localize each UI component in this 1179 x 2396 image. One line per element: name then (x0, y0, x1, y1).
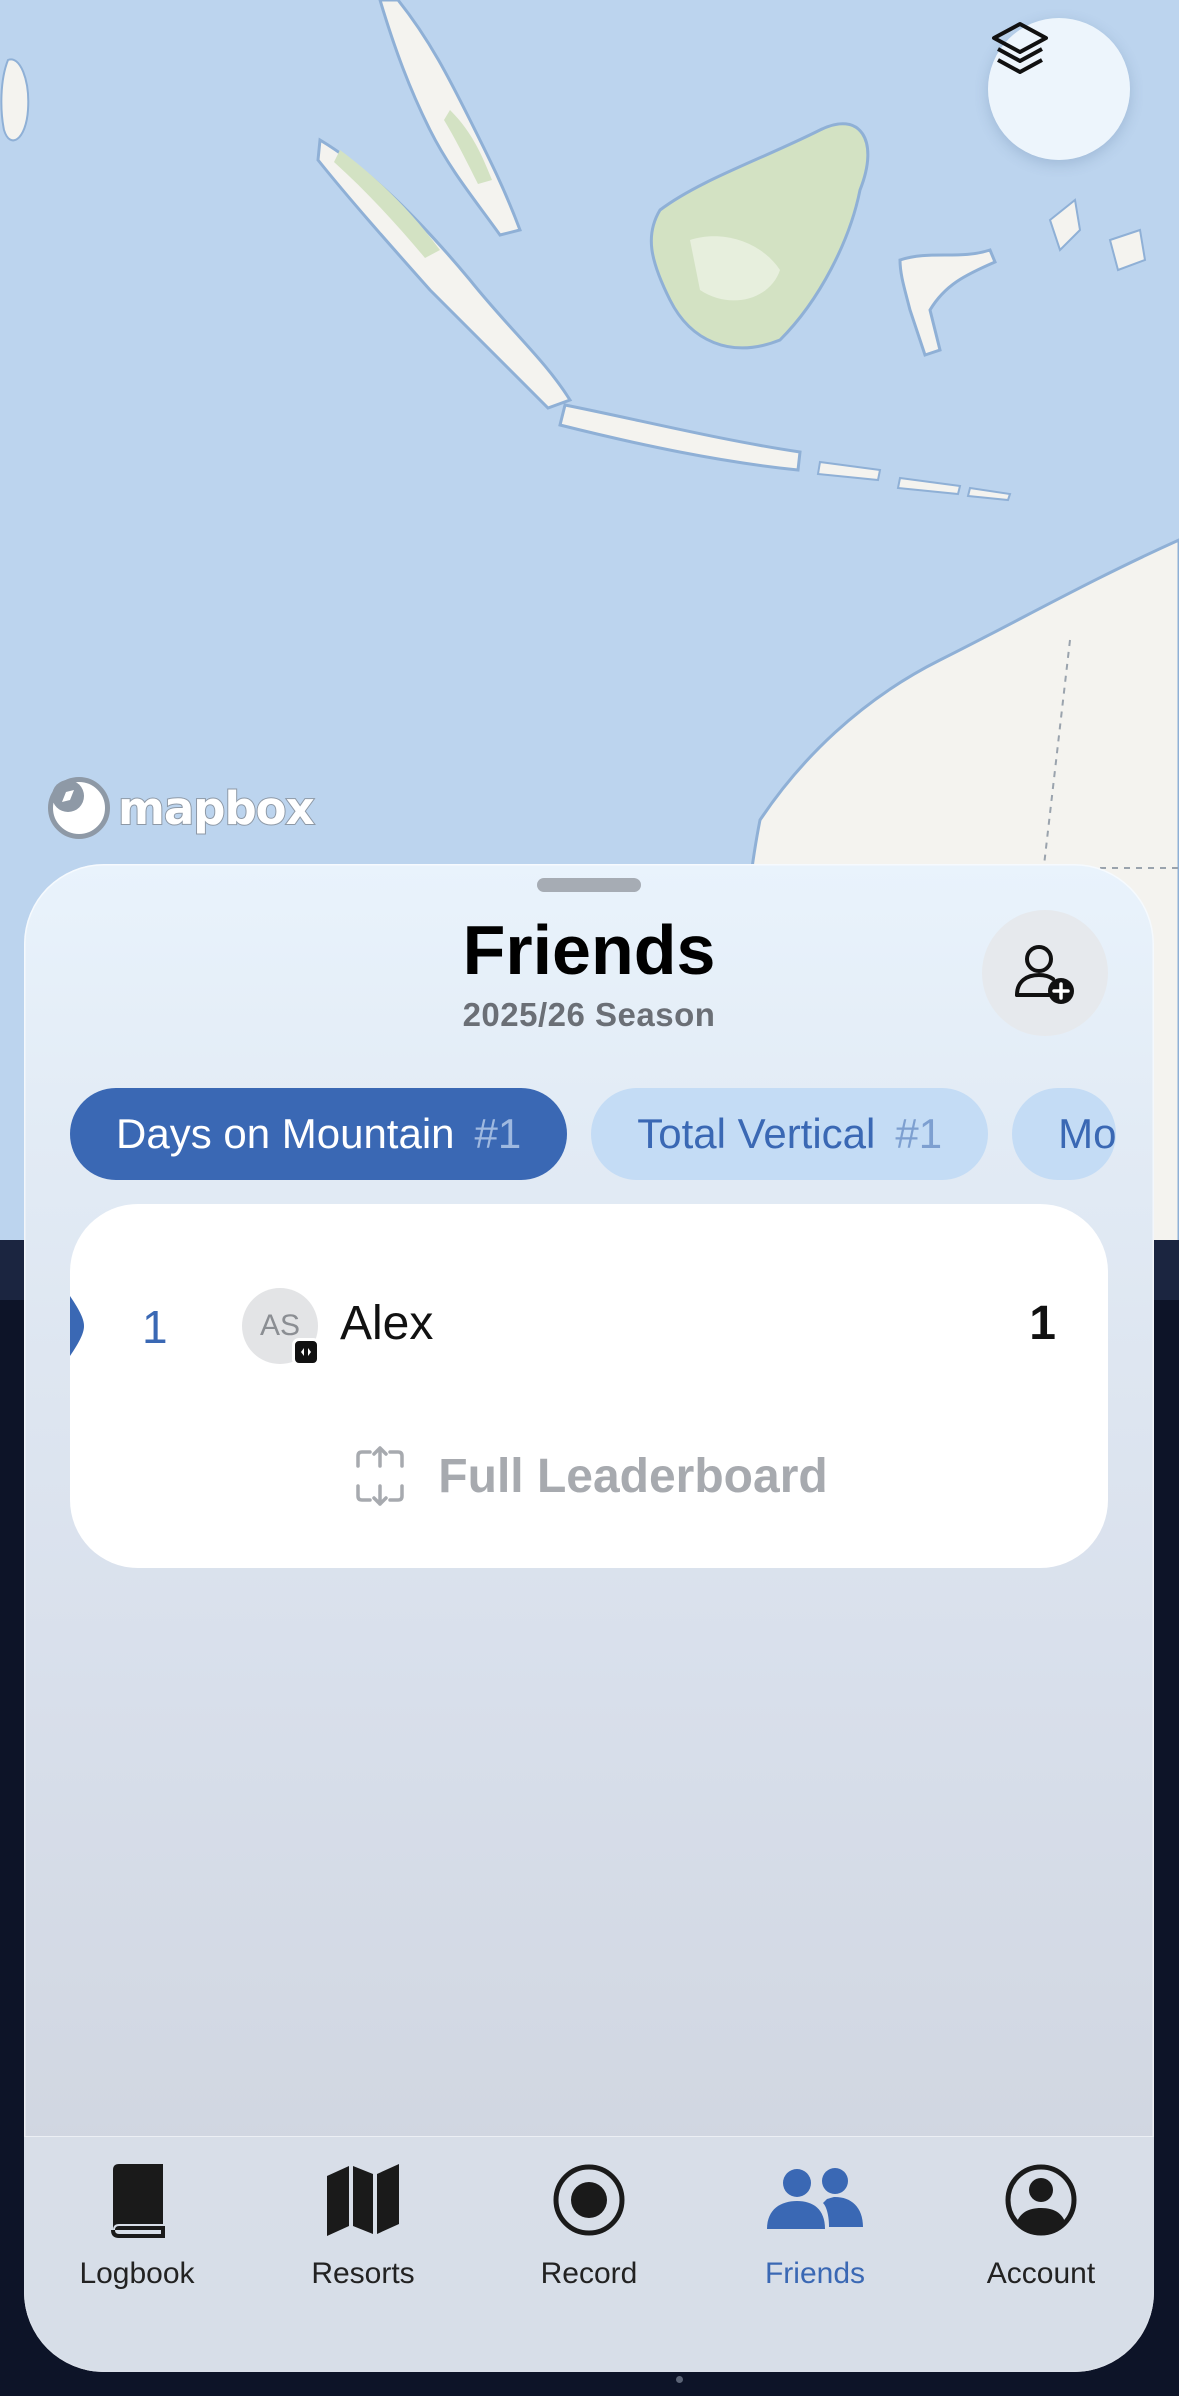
row-name: Alex (340, 1297, 434, 1350)
people-icon (765, 2157, 865, 2243)
full-leaderboard-label: Full Leaderboard (438, 1449, 828, 1503)
full-leaderboard-button[interactable]: Full Leaderboard (70, 1426, 1108, 1526)
pill-label: Days on Mountain (116, 1110, 455, 1157)
map-layers-button[interactable] (988, 18, 1130, 160)
pill-rank: #1 (474, 1110, 522, 1157)
pill-rank: #1 (895, 1110, 943, 1157)
row-rank: 1 (142, 1301, 168, 1353)
tab-label: Account (986, 2257, 1096, 2290)
row-value: 1 (1029, 1297, 1056, 1350)
map-icon (313, 2157, 413, 2243)
stack-layers-icon (992, 22, 1048, 74)
add-friend-button[interactable] (982, 910, 1108, 1036)
record-icon (539, 2157, 639, 2243)
metric-pill-row: Days on Mountain #1 Total Vertical #1 Mo (70, 1088, 1154, 1180)
pill-days-on-mountain[interactable]: Days on Mountain #1 (70, 1088, 568, 1180)
tab-logbook[interactable]: Logbook (24, 2137, 250, 2372)
friends-sheet: Friends 2025/26 Season Days on Mountain … (24, 864, 1154, 2372)
tab-label: Resorts (311, 2257, 415, 2290)
tab-friends[interactable]: Friends (702, 2137, 928, 2372)
pill-label: Mo (1058, 1110, 1117, 1157)
season-subtitle: 2025/26 Season (462, 996, 716, 1033)
leaderboard-card: 1 AS Alex 1 Full Leaderboard (70, 1204, 1108, 1568)
book-icon (87, 2157, 187, 2243)
mapbox-logo-icon (48, 777, 110, 839)
tab-label: Logbook (79, 2257, 195, 2290)
tab-label: Friends (764, 2257, 866, 2290)
home-indicator (676, 2376, 683, 2383)
tab-resorts[interactable]: Resorts (250, 2137, 476, 2372)
avatar-initials: AS (259, 1309, 301, 1342)
mapbox-attribution[interactable]: mapbox (48, 776, 316, 840)
pill-more[interactable]: Mo (1012, 1088, 1117, 1180)
pill-label: Total Vertical (637, 1110, 876, 1157)
tab-bar: Logbook Resorts Record Friends Account (24, 2136, 1154, 2372)
tab-label: Record (540, 2257, 638, 2290)
expand-icon (356, 1446, 405, 1506)
account-icon (991, 2157, 1091, 2243)
tab-account[interactable]: Account (928, 2137, 1154, 2372)
sheet-grabber[interactable] (537, 878, 641, 892)
person-plus-icon (1015, 945, 1074, 1004)
tab-record[interactable]: Record (476, 2137, 702, 2372)
avatar-badge-icon (292, 1338, 320, 1366)
current-user-indicator (70, 1296, 84, 1356)
app-screen: mapbox Friends 2025/26 Season Days on Mo… (0, 0, 1179, 2396)
mapbox-wordmark: mapbox (117, 781, 316, 836)
pill-total-vertical[interactable]: Total Vertical #1 (591, 1088, 989, 1180)
